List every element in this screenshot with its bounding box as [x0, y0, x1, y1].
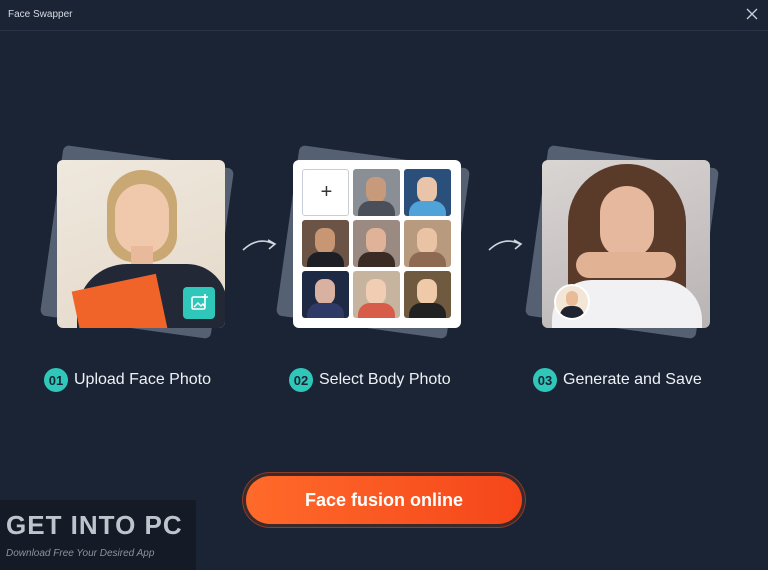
body-photo-thumbnail[interactable]	[302, 220, 349, 267]
step-generate-save: 03 Generate and Save	[533, 368, 702, 392]
body-photo-thumbnail[interactable]	[353, 169, 400, 216]
plus-icon: +	[320, 181, 333, 203]
upload-image-icon[interactable]	[183, 287, 215, 319]
face-photo-preview	[57, 160, 225, 328]
body-photo-thumbnail[interactable]	[353, 271, 400, 318]
step-upload-face: 01 Upload Face Photo	[44, 368, 211, 392]
result-card	[524, 144, 720, 340]
step-number: 01	[44, 368, 68, 392]
add-body-photo-button[interactable]: +	[302, 169, 349, 216]
arrow-icon	[486, 234, 526, 256]
watermark-title: GET INTO PC	[6, 510, 183, 540]
body-photo-thumbnail[interactable]	[404, 271, 451, 318]
body-photo-grid: +	[293, 160, 461, 328]
step-label: Select Body Photo	[319, 371, 451, 388]
close-icon[interactable]	[744, 6, 760, 22]
title-bar: Face Swapper	[0, 0, 768, 31]
select-body-card[interactable]: +	[275, 144, 471, 340]
body-photo-thumbnail[interactable]	[302, 271, 349, 318]
step-label: Generate and Save	[563, 371, 702, 388]
step-select-body: 02 Select Body Photo	[289, 368, 451, 392]
body-photo-thumbnail[interactable]	[404, 169, 451, 216]
watermark: GET INTO PC Download Free Your Desired A…	[0, 500, 196, 570]
step-number: 02	[289, 368, 313, 392]
step-label: Upload Face Photo	[74, 371, 211, 388]
body-photo-thumbnail[interactable]	[404, 220, 451, 267]
body-photo-thumbnail[interactable]	[353, 220, 400, 267]
face-fusion-online-button[interactable]: Face fusion online	[246, 476, 522, 524]
upload-face-card[interactable]	[39, 144, 235, 340]
step-number: 03	[533, 368, 557, 392]
window-title: Face Swapper	[8, 9, 73, 20]
arrow-icon	[240, 234, 280, 256]
watermark-tagline: Download Free Your Desired App	[6, 548, 155, 559]
result-photo-preview	[542, 160, 710, 328]
source-face-avatar	[554, 284, 590, 320]
